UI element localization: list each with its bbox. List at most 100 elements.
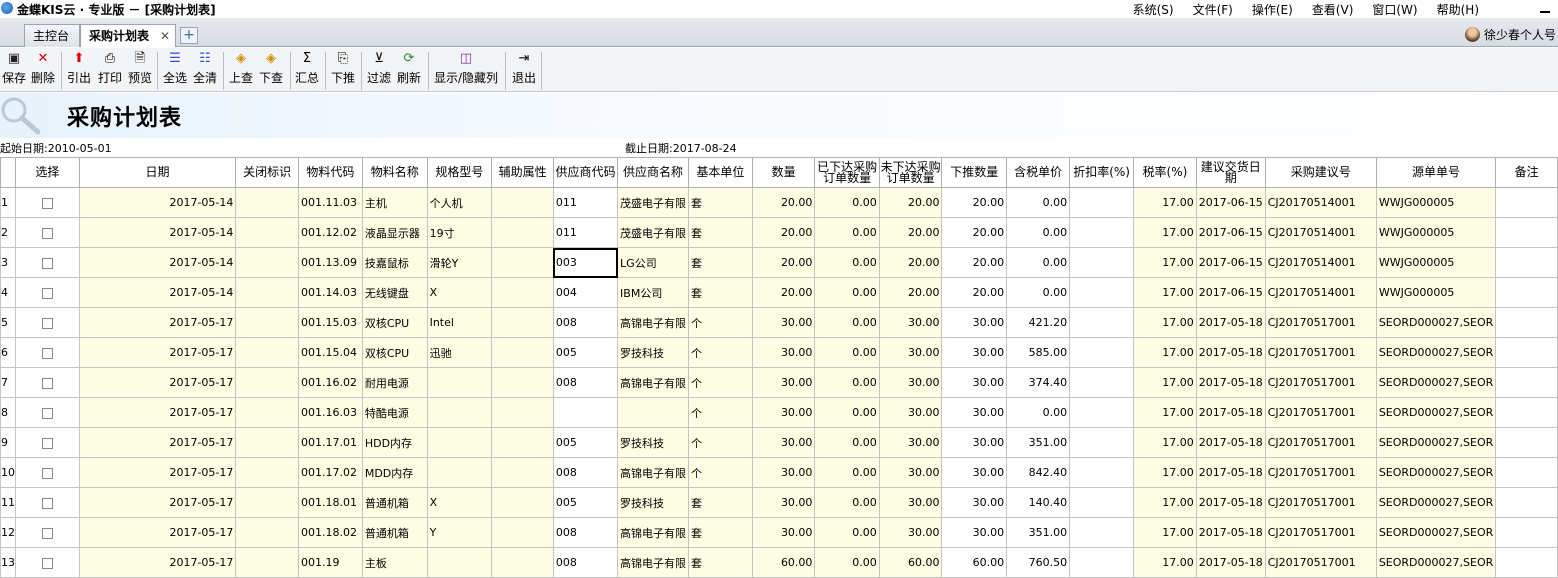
aux-cell[interactable] [491, 367, 554, 398]
row-number[interactable]: 2 [0, 217, 16, 248]
row-number[interactable]: 7 [0, 367, 16, 398]
select-cell[interactable] [15, 187, 80, 218]
col-spec[interactable]: 规格型号 [426, 157, 493, 188]
select-cell[interactable] [15, 487, 80, 518]
tax-price-cell[interactable]: 0.00 [1006, 247, 1071, 278]
push-qty-cell[interactable]: 20.00 [941, 277, 1008, 308]
row-checkbox[interactable] [41, 227, 53, 239]
spec-cell[interactable] [426, 367, 493, 398]
discount-cell[interactable] [1069, 547, 1135, 578]
remark-cell[interactable] [1495, 277, 1558, 308]
col-close-flag[interactable]: 关闭标识 [235, 157, 299, 188]
aux-cell[interactable] [491, 307, 554, 338]
qty-cell[interactable]: 30.00 [751, 517, 816, 548]
close-flag-cell[interactable] [235, 247, 299, 278]
source-no-cell[interactable]: SEORD000027,SEOR [1375, 367, 1497, 398]
col-source-no[interactable]: 源单单号 [1375, 157, 1497, 188]
select-cell[interactable] [15, 307, 80, 338]
unordered-qty-cell[interactable]: 30.00 [878, 517, 943, 548]
item-name-cell[interactable]: 液晶显示器 [361, 217, 428, 248]
table-row[interactable]: 5 2017-05-17 001.15.03 双核CPU Intel 008 高锦电子有限个… [0, 307, 1558, 338]
supplier-name-cell[interactable]: LG公司 [617, 247, 690, 278]
spec-cell[interactable] [426, 457, 493, 488]
tax-price-cell[interactable]: 374.40 [1006, 367, 1071, 398]
row-number[interactable]: 4 [0, 277, 16, 308]
col-remark[interactable]: 备注 [1495, 157, 1558, 188]
suggest-no-cell[interactable]: CJ20170517001 [1264, 337, 1377, 368]
discount-cell[interactable] [1069, 487, 1135, 518]
tax-price-cell[interactable]: 0.00 [1006, 277, 1071, 308]
close-flag-cell[interactable] [235, 517, 299, 548]
row-number[interactable]: 13 [0, 547, 16, 578]
row-checkbox[interactable] [41, 287, 53, 299]
source-no-cell[interactable]: SEORD000027,SEOR [1375, 517, 1497, 548]
col-qty[interactable]: 数量 [751, 157, 816, 188]
row-number[interactable]: 3 [0, 247, 16, 278]
supplier-code-cell[interactable]: 008 [552, 307, 619, 338]
unit-cell[interactable]: 套 [688, 217, 753, 248]
supplier-code-cell[interactable]: 011 [552, 217, 619, 248]
date-cell[interactable]: 2017-05-17 [78, 457, 237, 488]
push-qty-cell[interactable]: 30.00 [941, 307, 1008, 338]
col-suggest-no[interactable]: 采购建议号 [1264, 157, 1377, 188]
item-code-cell[interactable]: 001.16.02 [297, 367, 363, 398]
spec-cell[interactable]: 滑轮Y [426, 247, 493, 278]
unordered-qty-cell[interactable]: 20.00 [878, 247, 943, 278]
source-no-cell[interactable]: SEORD000027,SEOR [1375, 487, 1497, 518]
tax-rate-cell[interactable]: 17.00 [1133, 367, 1197, 398]
col-push-qty[interactable]: 下推数量 [941, 157, 1008, 188]
table-row[interactable]: 2 2017-05-14 001.12.02 液晶显示器 19寸 011 茂盛电子有限套 20… [0, 217, 1558, 248]
item-code-cell[interactable]: 001.11.03 [297, 187, 363, 218]
close-flag-cell[interactable] [235, 457, 299, 488]
supplier-name-cell[interactable]: 罗技科技 [617, 337, 690, 368]
suggest-no-cell[interactable]: CJ20170517001 [1264, 367, 1377, 398]
unordered-qty-cell[interactable]: 30.00 [878, 487, 943, 518]
unit-cell[interactable]: 个 [688, 307, 753, 338]
tax-rate-cell[interactable]: 17.00 [1133, 337, 1197, 368]
unordered-qty-cell[interactable]: 60.00 [878, 547, 943, 578]
tax-rate-cell[interactable]: 17.00 [1133, 277, 1197, 308]
close-flag-cell[interactable] [235, 367, 299, 398]
col-aux[interactable]: 辅助属性 [491, 157, 554, 188]
ordered-qty-cell[interactable]: 0.00 [814, 337, 880, 368]
supplier-code-cell[interactable]: 008 [552, 547, 619, 578]
ordered-qty-cell[interactable]: 0.00 [814, 307, 880, 338]
discount-cell[interactable] [1069, 217, 1135, 248]
supplier-name-cell[interactable]: IBM公司 [617, 277, 690, 308]
table-row[interactable]: 13 2017-05-17 001.19 主板 008 高锦电子有限套 60.00 0.00 6… [0, 547, 1558, 578]
row-checkbox[interactable] [41, 497, 53, 509]
item-name-cell[interactable]: MDD内存 [361, 457, 428, 488]
col-ordered-qty[interactable]: 已下达采购订单数量 [814, 157, 880, 188]
suggest-no-cell[interactable]: CJ20170517001 [1264, 517, 1377, 548]
supplier-name-cell[interactable]: 茂盛电子有限 [617, 187, 690, 218]
close-flag-cell[interactable] [235, 337, 299, 368]
unit-cell[interactable]: 个 [688, 457, 753, 488]
date-cell[interactable]: 2017-05-17 [78, 427, 237, 458]
col-tax-rate[interactable]: 税率(%) [1133, 157, 1197, 188]
delivery-date-cell[interactable]: 2017-06-15 [1195, 247, 1266, 278]
col-discount[interactable]: 折扣率(%) [1069, 157, 1135, 188]
remark-cell[interactable] [1495, 367, 1558, 398]
row-checkbox[interactable] [41, 377, 53, 389]
select-cell[interactable] [15, 337, 80, 368]
tax-rate-cell[interactable]: 17.00 [1133, 397, 1197, 428]
unordered-qty-cell[interactable]: 30.00 [878, 427, 943, 458]
discount-cell[interactable] [1069, 517, 1135, 548]
remark-cell[interactable] [1495, 457, 1558, 488]
user-info[interactable]: 徐少春个人号 [1464, 25, 1556, 43]
remark-cell[interactable] [1495, 487, 1558, 518]
supplier-code-cell[interactable]: 011 [552, 187, 619, 218]
qty-cell[interactable]: 30.00 [751, 487, 816, 518]
menu-operation[interactable]: 操作(E) [1248, 1, 1297, 17]
tax-price-cell[interactable]: 351.00 [1006, 517, 1071, 548]
close-flag-cell[interactable] [235, 547, 299, 578]
suggest-no-cell[interactable]: CJ20170517001 [1264, 427, 1377, 458]
push-qty-cell[interactable]: 30.00 [941, 487, 1008, 518]
select-all-button[interactable]: ☰ 全选 [162, 50, 188, 90]
item-code-cell[interactable]: 001.17.02 [297, 457, 363, 488]
table-row[interactable]: 7 2017-05-17 001.16.02 耐用电源 008 高锦电子有限个 30.00 0… [0, 367, 1558, 398]
unit-cell[interactable]: 套 [688, 277, 753, 308]
push-qty-cell[interactable]: 20.00 [941, 247, 1008, 278]
save-button[interactable]: ▣ 保存 [2, 50, 26, 90]
row-number[interactable]: 12 [0, 517, 16, 548]
